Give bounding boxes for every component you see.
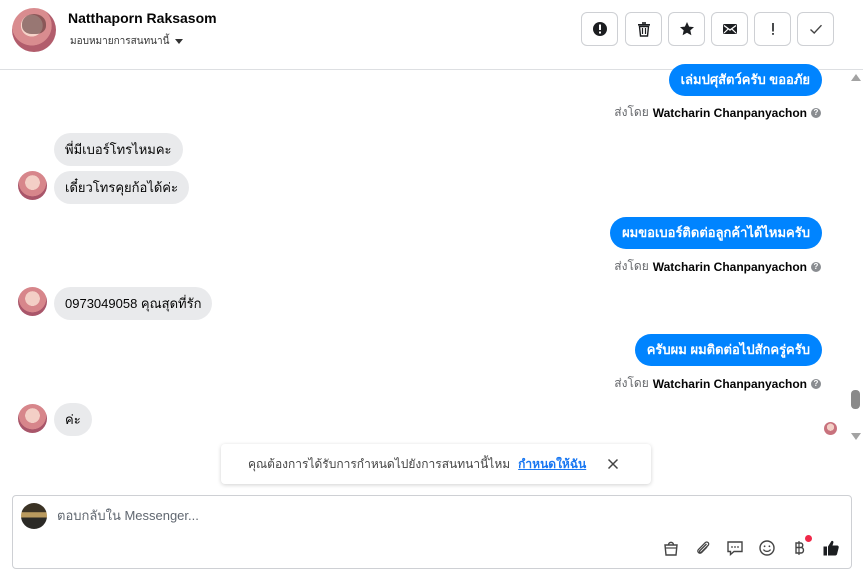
chat-bubble-icon <box>727 541 743 557</box>
conversation-header: Natthaporn Raksasom มอบหมายการสนทนานี้ <box>0 0 863 70</box>
sent-by-line: ส่งโดย Watcharin Chanpanyachon ? <box>614 374 821 393</box>
star-button[interactable] <box>668 12 705 46</box>
incoming-message[interactable]: เดี๋ยวโทรคุยก้อได้ค่ะ <box>54 171 189 204</box>
sent-by-prefix: ส่งโดย <box>614 259 649 273</box>
sent-by-prefix: ส่งโดย <box>614 376 649 390</box>
exclamation-icon <box>771 23 774 35</box>
shop-button[interactable] <box>661 538 681 558</box>
assign-conversation-dropdown[interactable]: มอบหมายการสนทนานี้ <box>70 34 184 49</box>
reply-composer <box>12 495 852 569</box>
notification-dot <box>805 535 812 542</box>
assign-label: มอบหมายการสนทนานี้ <box>70 36 170 47</box>
scroll-thumb[interactable] <box>851 390 860 409</box>
scroll-up-arrow-icon[interactable] <box>851 74 861 81</box>
assign-notice-text: คุณต้องการได้รับการกำหนดไปยังการสนทนานี้… <box>248 456 511 471</box>
sender-name: Watcharin Chanpanyachon <box>652 376 807 391</box>
sent-by-line: ส่งโดย Watcharin Chanpanyachon ? <box>614 257 821 276</box>
mark-unread-button[interactable] <box>711 12 748 46</box>
sent-by-line: ส่งโดย Watcharin Chanpanyachon ? <box>614 103 821 122</box>
reply-input[interactable] <box>57 508 657 523</box>
attach-button[interactable] <box>693 538 713 558</box>
mark-done-button[interactable] <box>797 12 834 46</box>
help-icon[interactable]: ? <box>811 378 821 389</box>
saved-replies-button[interactable] <box>725 538 745 558</box>
sender-name: Watcharin Chanpanyachon <box>652 259 807 274</box>
sent-by-prefix: ส่งโดย <box>614 105 649 119</box>
baht-icon <box>795 541 805 555</box>
paperclip-icon <box>697 541 710 554</box>
caret-down-icon <box>175 39 184 44</box>
assign-to-me-link[interactable]: กำหนดให้ฉัน <box>518 455 586 474</box>
outgoing-message[interactable]: ครับผม ผมติดต่อไปสักครู่ครับ <box>634 334 822 366</box>
thumbs-up-icon <box>823 540 839 556</box>
star-icon <box>679 22 694 36</box>
message-scrollbar[interactable] <box>848 70 863 442</box>
like-button[interactable] <box>821 538 841 558</box>
check-icon <box>809 24 822 34</box>
sender-name: Watcharin Chanpanyachon <box>652 105 807 120</box>
outgoing-message[interactable]: ผมขอเบอร์ติดต่อลูกค้าได้ไหมครับ <box>610 217 822 249</box>
contact-avatar-small <box>18 404 47 433</box>
emoji-button[interactable] <box>757 538 777 558</box>
incoming-message[interactable]: 0973049058 คุณสุดที่รัก <box>54 287 213 320</box>
incoming-message[interactable]: ค่ะ <box>54 403 92 436</box>
contact-avatar-small <box>18 171 47 200</box>
outgoing-message[interactable]: เล่มปศุสัตว์ครับ ขออภัย <box>668 64 822 96</box>
help-icon[interactable]: ? <box>811 261 821 272</box>
spam-button[interactable] <box>581 12 618 46</box>
assign-notice: คุณต้องการได้รับการกำหนดไปยังการสนทนานี้… <box>221 444 651 484</box>
message-thread: เล่มปศุสัตว์ครับ ขออภัย ส่งโดย Watcharin… <box>0 64 848 490</box>
contact-avatar-small <box>18 287 47 316</box>
contact-name[interactable]: Natthaporn Raksasom <box>68 10 217 26</box>
seen-indicator-avatar <box>824 422 837 435</box>
envelope-icon <box>722 24 737 34</box>
close-icon[interactable] <box>605 456 621 472</box>
incoming-message[interactable]: พี่มีเบอร์โทรไหมคะ <box>54 133 183 166</box>
help-icon[interactable]: ? <box>811 107 821 118</box>
page-avatar <box>21 503 47 529</box>
messenger-inbox-conversation: Natthaporn Raksasom มอบหมายการสนทนานี้ เ… <box>0 0 863 579</box>
alert-circle-icon <box>592 22 607 36</box>
smiley-icon <box>759 540 775 556</box>
scroll-down-arrow-icon[interactable] <box>851 433 861 440</box>
trash-icon <box>637 22 650 37</box>
contact-avatar[interactable] <box>12 8 56 52</box>
delete-button[interactable] <box>625 12 662 46</box>
shopping-bag-icon <box>664 541 678 556</box>
follow-up-button[interactable] <box>754 12 791 46</box>
